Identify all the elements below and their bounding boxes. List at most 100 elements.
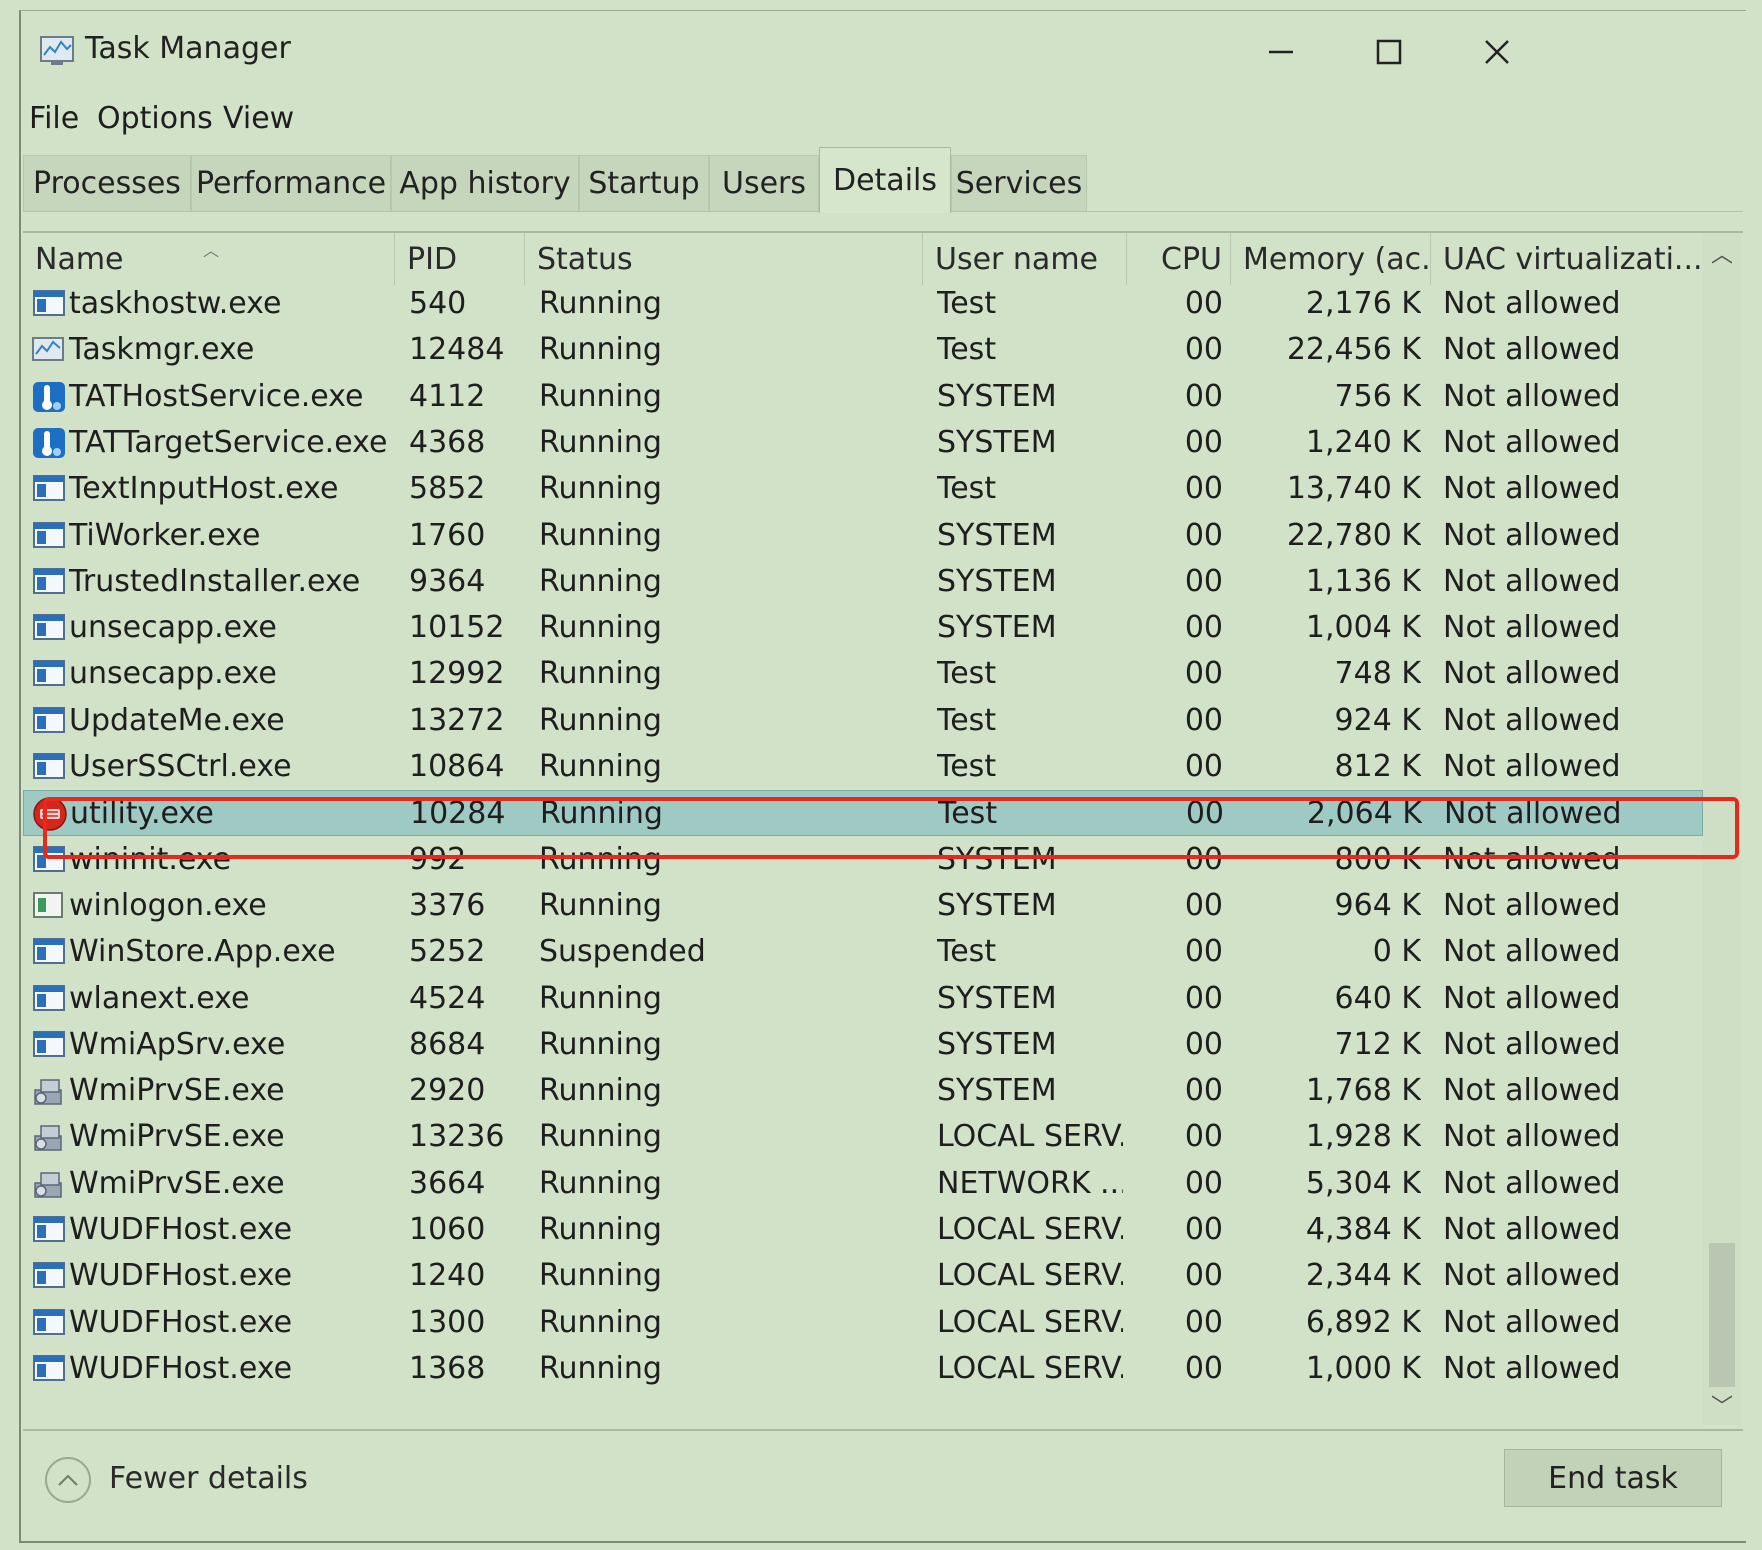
cell-memory: 812 K (1334, 749, 1421, 784)
fewer-details-chevron-up-icon[interactable] (45, 1457, 91, 1503)
menu-options[interactable]: Options (97, 101, 213, 136)
tab-app-history[interactable]: App history (391, 155, 579, 211)
window-icon (31, 519, 67, 553)
table-row[interactable]: WmiPrvSE.exe 13236 Running LOCAL SERV... 00 1… (23, 1114, 1703, 1160)
table-row[interactable]: TATHostService.exe 4112 Running SYSTEM 00 756… (23, 374, 1703, 420)
table-row[interactable]: TATTargetService.exe 4368 Running SYSTEM 00 1… (23, 420, 1703, 466)
cell-status: Suspended (539, 934, 706, 970)
window-icon (31, 1352, 67, 1386)
cell-user: SYSTEM (937, 887, 1057, 923)
table-row[interactable]: wininit.exe 992 Running SYSTEM 00 800 K Not al… (23, 837, 1703, 883)
table-row[interactable]: UpdateMe.exe 13272 Running Test 00 924 K Not a… (23, 698, 1703, 744)
cell-memory: 1,240 K (1305, 424, 1421, 460)
menu-file[interactable]: File (29, 101, 79, 136)
cell-pid: 4368 (409, 424, 486, 460)
scrollbar-thumb[interactable] (1709, 1243, 1735, 1387)
tab-details[interactable]: Details (819, 147, 951, 213)
cell-cpu: 00 (1184, 563, 1223, 599)
table-row[interactable]: WmiPrvSE.exe 2920 Running SYSTEM 00 1,768 K No… (23, 1068, 1703, 1114)
cell-status: Running (539, 841, 662, 877)
table-row[interactable]: winlogon.exe 3376 Running SYSTEM 00 964 K Not … (23, 883, 1703, 929)
table-row[interactable]: TrustedInstaller.exe 9364 Running SYSTEM 00 1… (23, 559, 1703, 605)
cell-memory: 712 K (1334, 1026, 1421, 1062)
scroll-up-arrow-icon[interactable]: ︿ (1703, 233, 1741, 273)
table-row[interactable]: WmiPrvSE.exe 3664 Running NETWORK ... 00 5,30… (23, 1161, 1703, 1207)
table-row[interactable]: WUDFHost.exe 1240 Running LOCAL SERV... 00 2,… (23, 1253, 1703, 1299)
column-header-user-name[interactable]: User name (923, 233, 1127, 285)
cell-name: utility.exe (70, 796, 214, 832)
cell-uac: Not allowed (1443, 1212, 1621, 1247)
cell-pid: 1368 (409, 1350, 486, 1386)
cell-cpu: 00 (1184, 1073, 1223, 1109)
table-row[interactable]: unsecapp.exe 12992 Running Test 00 748 K Not a… (23, 651, 1703, 697)
cell-pid: 5852 (409, 471, 486, 507)
window-icon (31, 565, 67, 599)
cell-user: SYSTEM (937, 517, 1057, 553)
cell-uac: Not allowed (1443, 424, 1621, 460)
maximize-button[interactable] (1339, 19, 1439, 85)
table-row[interactable]: TiWorker.exe 1760 Running SYSTEM 00 22,780 K N… (23, 513, 1703, 559)
tab-performance[interactable]: Performance (191, 155, 391, 211)
cell-status: Running (539, 1119, 662, 1155)
column-header-uac-virtualization[interactable]: UAC virtualizati... (1431, 233, 1703, 285)
cell-status: Running (539, 563, 662, 599)
table-row[interactable]: taskhostw.exe 540 Running Test 00 2,176 K Not … (23, 281, 1703, 327)
cell-pid: 13236 (409, 1119, 505, 1155)
window-icon (31, 750, 67, 784)
window-icon (31, 843, 67, 877)
title-bar: Task Manager (21, 11, 1746, 91)
table-row[interactable]: WinStore.App.exe 5252 Suspended Test 00 0 K No… (23, 929, 1703, 975)
wmi-provider-icon (31, 1074, 67, 1108)
minimize-button[interactable] (1231, 19, 1331, 85)
scroll-down-arrow-icon[interactable]: ﹀ (1703, 1385, 1741, 1425)
tab-users[interactable]: Users (709, 155, 819, 211)
cell-memory: 1,004 K (1305, 610, 1421, 646)
tab-processes[interactable]: Processes (23, 155, 191, 211)
column-header-status[interactable]: Status (525, 233, 923, 285)
cell-name: TATTargetService.exe (69, 424, 388, 460)
cell-status: Running (539, 471, 662, 507)
table-row[interactable]: WUDFHost.exe 1368 Running LOCAL SERV... 00 1,… (23, 1346, 1703, 1392)
table-row[interactable]: WUDFHost.exe 1300 Running LOCAL SERV... 00 6,… (23, 1300, 1703, 1346)
cell-pid: 540 (409, 286, 467, 321)
menu-view[interactable]: View (223, 101, 294, 136)
cell-pid: 12484 (409, 332, 505, 368)
cell-user: Test (937, 656, 997, 692)
cell-user: LOCAL SERV... (937, 1212, 1123, 1247)
window-icon (31, 1306, 67, 1340)
table-row[interactable]: UserSSCtrl.exe 10864 Running Test 00 812 K Not… (23, 744, 1703, 790)
table-row[interactable]: TextInputHost.exe 5852 Running Test 00 13,740… (23, 466, 1703, 512)
close-button[interactable] (1447, 19, 1547, 85)
cell-pid: 1060 (409, 1212, 486, 1247)
cell-user: SYSTEM (937, 841, 1057, 877)
cell-name: WmiApSrv.exe (69, 1026, 286, 1062)
table-row[interactable]: unsecapp.exe 10152 Running SYSTEM 00 1,004 K N… (23, 605, 1703, 651)
cell-cpu: 00 (1184, 1350, 1223, 1386)
cell-pid: 4112 (409, 378, 486, 414)
table-row[interactable]: Taskmgr.exe 12484 Running Test 00 22,456 K Not… (23, 327, 1703, 373)
end-task-button[interactable]: End task (1504, 1449, 1722, 1507)
table-row-selected[interactable]: utility.exe 10284 Running Test 00 2,064 K Not … (23, 790, 1703, 837)
column-header-pid[interactable]: PID (395, 233, 525, 285)
wmi-provider-icon (31, 1167, 67, 1201)
cell-uac: Not allowed (1443, 841, 1621, 877)
utility-red-icon (32, 797, 68, 832)
winlogon-icon (31, 889, 67, 923)
table-row[interactable]: WmiApSrv.exe 8684 Running SYSTEM 00 712 K Not … (23, 1022, 1703, 1068)
column-header-memory[interactable]: Memory (ac... (1231, 233, 1431, 285)
cell-uac: Not allowed (1443, 934, 1621, 970)
cell-cpu: 00 (1185, 796, 1224, 832)
table-row[interactable]: wlanext.exe 4524 Running SYSTEM 00 640 K Not a… (23, 976, 1703, 1022)
column-header-name[interactable]: Name ︿ (23, 233, 395, 285)
tab-services[interactable]: Services (951, 155, 1087, 211)
tab-startup[interactable]: Startup (579, 155, 709, 211)
fewer-details-link[interactable]: Fewer details (109, 1461, 308, 1496)
cell-name: WUDFHost.exe (69, 1304, 293, 1340)
table-row[interactable]: WUDFHost.exe 1060 Running LOCAL SERV... 00 4,… (23, 1207, 1703, 1253)
vertical-scrollbar[interactable]: ︿ ﹀ (1703, 233, 1741, 1425)
cell-name: WmiPrvSE.exe (69, 1119, 285, 1155)
window-icon (31, 935, 67, 969)
cell-memory: 1,000 K (1305, 1350, 1421, 1386)
column-header-cpu[interactable]: CPU (1127, 233, 1231, 285)
cell-memory: 756 K (1334, 378, 1421, 414)
